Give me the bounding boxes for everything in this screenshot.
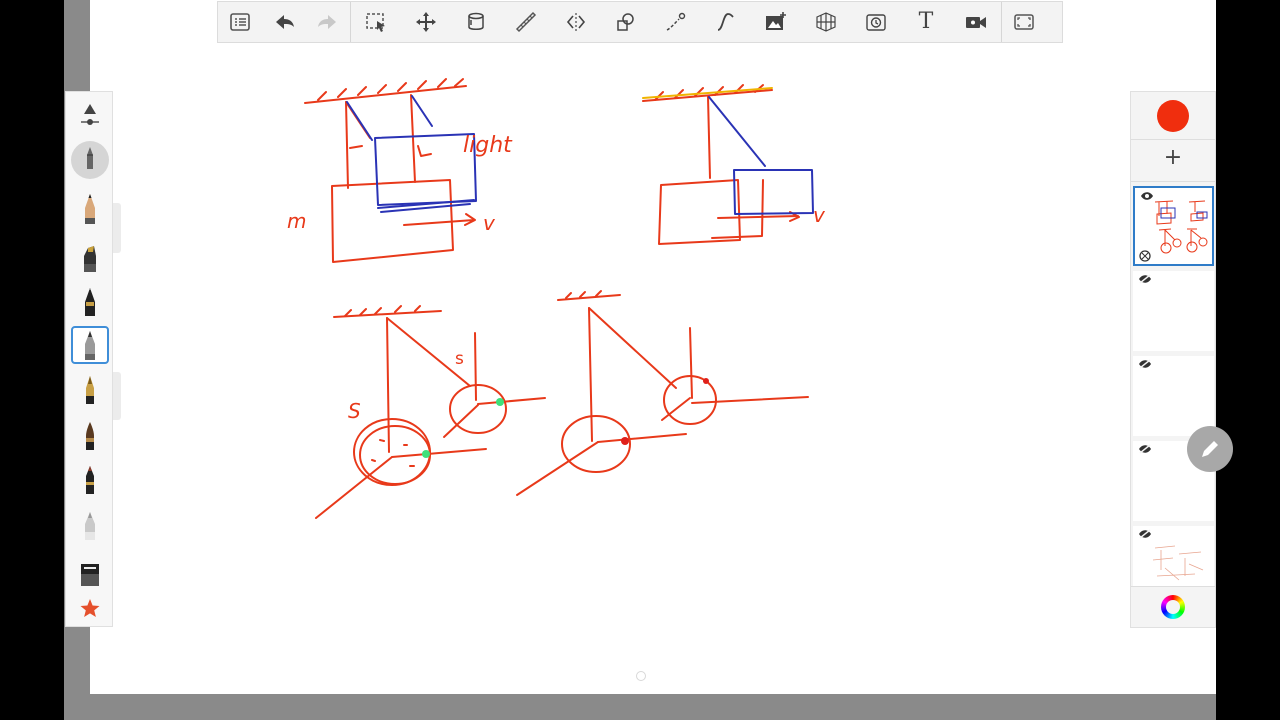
layer-preview xyxy=(1152,545,1204,581)
layer-thumbnail-active[interactable] xyxy=(1133,186,1214,266)
brush-settings-icon[interactable] xyxy=(71,98,109,136)
panel-divider xyxy=(1131,181,1215,182)
redo-arrow-icon[interactable] xyxy=(306,2,350,42)
airbrush-icon[interactable] xyxy=(71,506,109,544)
fountain-pen-icon[interactable] xyxy=(71,370,109,408)
list-icon[interactable] xyxy=(218,2,262,42)
brush-panel-handle[interactable] xyxy=(113,203,121,253)
layer-thumbnail[interactable] xyxy=(1133,271,1214,351)
color-wheel-icon[interactable] xyxy=(1161,595,1185,619)
blend-mode-icon[interactable] xyxy=(1139,250,1151,262)
eye-hidden-icon[interactable] xyxy=(1138,359,1152,369)
hard-pencil-icon[interactable] xyxy=(71,190,109,228)
drawing-canvas[interactable] xyxy=(90,0,1216,694)
brush-panel-handle[interactable] xyxy=(113,372,121,420)
selection-icon[interactable] xyxy=(351,2,401,42)
layers-panel: + xyxy=(1130,91,1216,628)
star-icon[interactable] xyxy=(71,590,109,628)
fill-bucket-icon[interactable] xyxy=(451,2,501,42)
panel-divider xyxy=(1131,139,1215,140)
timelapse-icon[interactable] xyxy=(851,2,901,42)
ink-pen-icon[interactable] xyxy=(71,282,109,320)
curve-icon[interactable] xyxy=(701,2,751,42)
fullscreen-icon[interactable] xyxy=(1002,2,1046,42)
edit-pencil-button[interactable] xyxy=(1187,426,1233,472)
panel-divider xyxy=(1131,586,1215,587)
ruler-icon[interactable] xyxy=(501,2,551,42)
symmetry-icon[interactable] xyxy=(551,2,601,42)
eye-hidden-icon[interactable] xyxy=(1138,529,1152,539)
paintbrush-icon[interactable] xyxy=(71,416,109,454)
move-icon[interactable] xyxy=(401,2,451,42)
video-icon[interactable] xyxy=(951,2,1001,42)
perspective-grid-icon[interactable] xyxy=(801,2,851,42)
page-indicator xyxy=(636,671,646,681)
ballpoint-icon[interactable] xyxy=(71,326,109,364)
eye-hidden-icon[interactable] xyxy=(1138,444,1152,454)
image-add-icon[interactable] xyxy=(751,2,801,42)
shapes-icon[interactable] xyxy=(601,2,651,42)
undo-arrow-icon[interactable] xyxy=(262,2,306,42)
add-layer-button[interactable]: + xyxy=(1161,146,1185,170)
layer-thumbnail[interactable] xyxy=(1133,526,1214,586)
felt-tip-icon[interactable] xyxy=(71,460,109,498)
eraser-icon[interactable] xyxy=(71,554,109,592)
top-toolbar: T xyxy=(217,1,1063,43)
marker-icon[interactable] xyxy=(71,238,109,276)
layer-preview xyxy=(1154,200,1208,254)
layer-thumbnail[interactable] xyxy=(1133,356,1214,436)
brush-library xyxy=(65,91,113,627)
text-icon[interactable]: T xyxy=(901,2,951,42)
pencil-edit-icon xyxy=(1202,441,1218,457)
eye-hidden-icon[interactable] xyxy=(1138,274,1152,284)
color-puck[interactable] xyxy=(1157,100,1189,132)
pencil-icon[interactable] xyxy=(71,141,109,179)
stroke-icon[interactable] xyxy=(651,2,701,42)
